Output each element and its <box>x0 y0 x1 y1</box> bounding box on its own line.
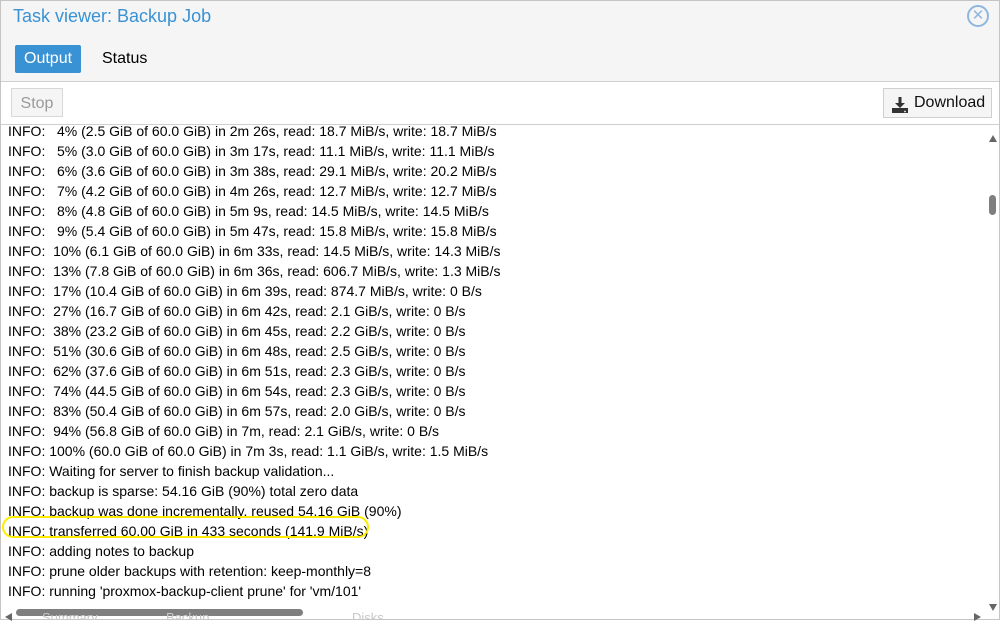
scroll-right-arrow-icon[interactable] <box>974 608 981 626</box>
background-tab-label: Backup <box>166 611 210 620</box>
vertical-scrollbar[interactable] <box>986 125 999 611</box>
scroll-up-arrow-icon[interactable] <box>989 129 997 147</box>
log-line: INFO: 8% (4.8 GiB of 60.0 GiB) in 5m 9s,… <box>8 203 489 219</box>
close-icon[interactable]: ✕ <box>967 5 989 27</box>
log-line: INFO: 5% (3.0 GiB of 60.0 GiB) in 3m 17s… <box>8 143 495 159</box>
log-line: INFO: prune older backups with retention… <box>8 563 372 579</box>
task-viewer-window: Task viewer: Backup Job ✕ Output Status … <box>0 0 1000 621</box>
title-bar: Task viewer: Backup Job ✕ <box>1 1 999 34</box>
log-line: INFO: 38% (23.2 GiB of 60.0 GiB) in 6m 4… <box>8 323 466 339</box>
horizontal-scrollbar[interactable] <box>1 605 986 621</box>
log-line: INFO: 27% (16.7 GiB of 60.0 GiB) in 6m 4… <box>8 303 466 319</box>
window-title: Task viewer: Backup Job <box>13 6 212 26</box>
log-line: INFO: adding notes to backup <box>8 543 194 559</box>
tab-status[interactable]: Status <box>93 45 156 73</box>
stop-button[interactable]: Stop <box>11 88 63 117</box>
log-line: INFO: backup is sparse: 54.16 GiB (90%) … <box>8 483 359 499</box>
log-line: INFO: 7% (4.2 GiB of 60.0 GiB) in 4m 26s… <box>8 183 497 199</box>
background-tab-label: Summary <box>42 611 98 620</box>
download-button[interactable]: Download <box>883 88 992 118</box>
tab-output[interactable]: Output <box>15 45 82 73</box>
log-line: INFO: 10% (6.1 GiB of 60.0 GiB) in 6m 33… <box>8 243 501 259</box>
log-line: INFO: backup was done incrementally, reu… <box>8 503 402 519</box>
scroll-left-arrow-icon[interactable] <box>5 608 12 626</box>
log-line: INFO: 83% (50.4 GiB of 60.0 GiB) in 6m 5… <box>8 403 466 419</box>
download-label: Download <box>914 94 986 111</box>
log-line: INFO: 100% (60.0 GiB of 60.0 GiB) in 7m … <box>8 443 489 459</box>
log-line: INFO: 51% (30.6 GiB of 60.0 GiB) in 6m 4… <box>8 343 466 359</box>
log-line: INFO: 17% (10.4 GiB of 60.0 GiB) in 6m 3… <box>8 283 482 299</box>
log-line: INFO: 62% (37.6 GiB of 60.0 GiB) in 6m 5… <box>8 363 466 379</box>
tab-bar: Output Status <box>1 34 999 81</box>
log-line: INFO: 74% (44.5 GiB of 60.0 GiB) in 6m 5… <box>8 383 466 399</box>
log-line: INFO: 6% (3.6 GiB of 60.0 GiB) in 3m 38s… <box>8 163 497 179</box>
log-line: INFO: Waiting for server to finish backu… <box>8 463 335 479</box>
log-line: INFO: 13% (7.8 GiB of 60.0 GiB) in 6m 36… <box>8 263 501 279</box>
log-lines: INFO: 4% (2.5 GiB of 60.0 GiB) in 2m 26s… <box>8 125 501 605</box>
log-line: INFO: transferred 60.00 GiB in 433 secon… <box>8 523 369 539</box>
log-line: INFO: running 'proxmox-backup-client pru… <box>8 583 362 599</box>
download-icon <box>892 95 908 123</box>
log-output[interactable]: INFO: 4% (2.5 GiB of 60.0 GiB) in 2m 26s… <box>1 125 986 605</box>
vertical-scroll-thumb[interactable] <box>989 195 996 215</box>
log-line: INFO: 9% (5.4 GiB of 60.0 GiB) in 5m 47s… <box>8 223 497 239</box>
scroll-down-arrow-icon[interactable] <box>989 598 997 616</box>
background-tab-label: Disks <box>352 611 384 620</box>
log-line: INFO: 94% (56.8 GiB of 60.0 GiB) in 7m, … <box>8 423 440 439</box>
toolbar: Stop Download <box>1 81 999 125</box>
log-line: INFO: 4% (2.5 GiB of 60.0 GiB) in 2m 26s… <box>8 125 497 139</box>
